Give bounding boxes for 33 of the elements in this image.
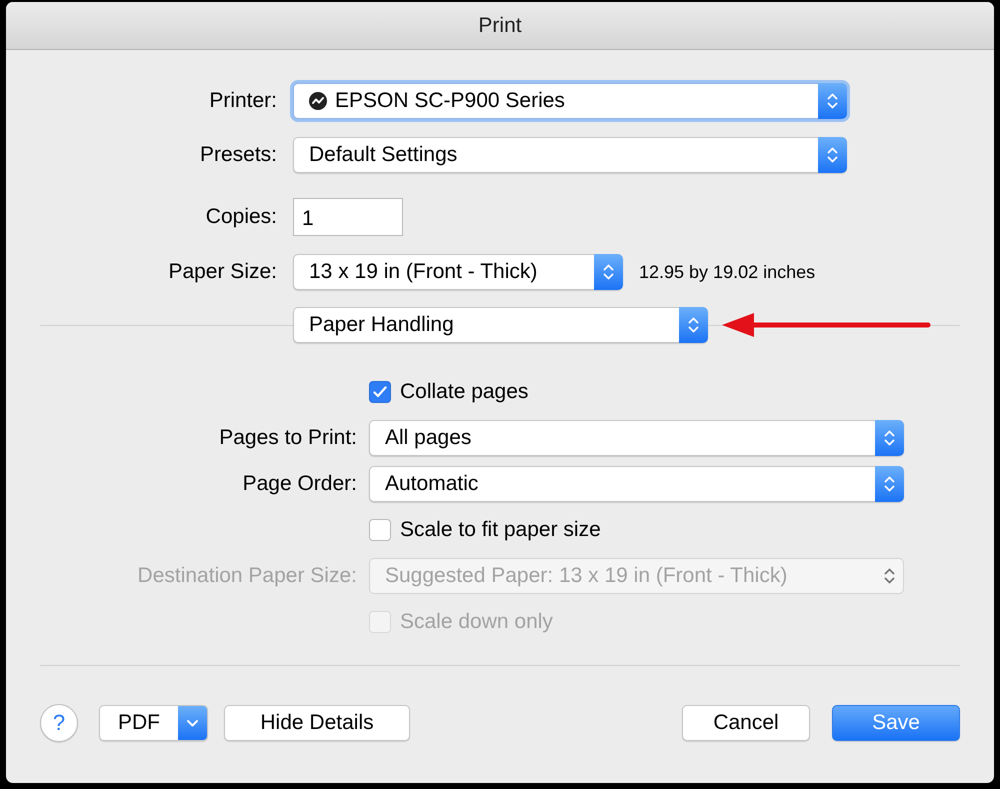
chevron-down-icon xyxy=(178,706,207,740)
popup-button[interactable]: Automatic xyxy=(369,466,904,502)
printer-status-icon xyxy=(309,92,327,110)
hide-details-button[interactable]: Hide Details xyxy=(224,705,410,741)
checkbox[interactable] xyxy=(369,519,391,541)
checkbox[interactable] xyxy=(369,381,391,403)
checkbox-label[interactable]: Collate pages xyxy=(400,380,528,404)
cancel-button[interactable]: Cancel xyxy=(682,705,810,741)
stepper-icon xyxy=(875,420,904,456)
popup-button[interactable]: Paper Handling xyxy=(293,307,708,343)
paper-dimensions-text: 12.95 by 19.02 inches xyxy=(639,262,816,282)
checkbox-label[interactable]: Scale to fit paper size xyxy=(400,518,601,542)
stepper-icon xyxy=(875,466,904,502)
field-label: Page Order: xyxy=(242,472,357,496)
field-label: Destination Paper Size: xyxy=(136,564,357,588)
stepper-icon xyxy=(679,307,708,343)
popup-button[interactable]: Default Settings xyxy=(293,137,847,173)
input-field[interactable]: 1 xyxy=(293,198,403,236)
popup-button[interactable]: EPSON SC-P900 Series xyxy=(293,83,847,119)
field-label: Pages to Print: xyxy=(218,426,357,450)
popup-button[interactable]: 13 x 19 in (Front - Thick) xyxy=(293,254,623,290)
stepper-icon xyxy=(594,254,623,290)
stepper-icon xyxy=(818,83,847,119)
window-title: Print xyxy=(478,14,522,38)
field-label: Presets: xyxy=(198,143,277,167)
popup-button[interactable]: All pages xyxy=(369,420,904,456)
field-label: Printer: xyxy=(208,89,277,113)
pdf-menu-button[interactable]: PDF xyxy=(99,705,208,741)
help-button[interactable]: ? xyxy=(40,704,78,742)
checkmark-icon xyxy=(373,386,387,398)
field-label: Paper Size: xyxy=(167,260,277,284)
field-label: Copies: xyxy=(204,205,277,229)
stepper-icon xyxy=(818,137,847,173)
